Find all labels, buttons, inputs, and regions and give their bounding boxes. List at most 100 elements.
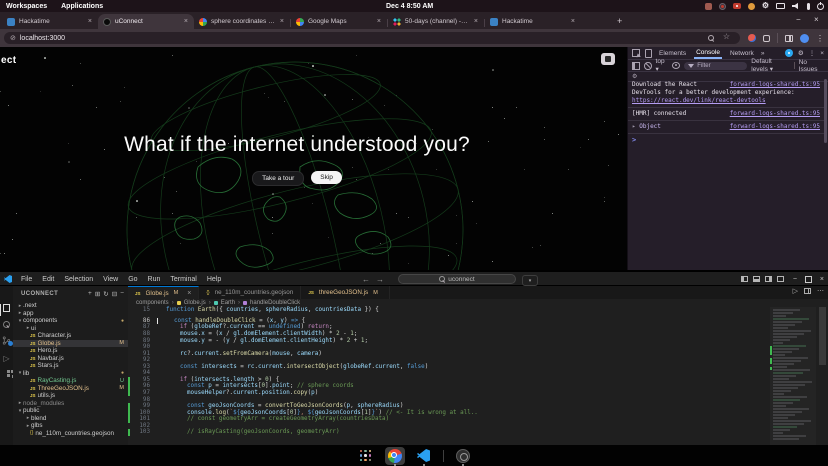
dock-item-vscode[interactable]	[414, 447, 434, 465]
menu-view[interactable]: View	[98, 276, 123, 283]
dock-item-obs[interactable]	[453, 447, 473, 465]
skip-button[interactable]: Skip	[311, 171, 342, 184]
vscode-minimize-button[interactable]: −	[793, 276, 797, 283]
tab-close-icon[interactable]: ×	[376, 18, 382, 25]
command-center-search[interactable]: uconnect	[398, 274, 516, 284]
editor-tab[interactable]: JSthreeGeoJSON.jsM	[301, 286, 389, 299]
message-source-link[interactable]: forward-logs-shared.ts:95	[730, 81, 820, 89]
browser-tab[interactable]: sphere coordinates to carte×	[194, 14, 290, 29]
browser-tab[interactable]: uConnect×	[98, 14, 194, 29]
copilot-menu[interactable]: ▾	[522, 275, 538, 286]
take-a-tour-button[interactable]: Take a tour	[252, 171, 304, 186]
dock-item-chrome[interactable]	[385, 447, 405, 465]
not-secure-icon[interactable]: ⊘	[10, 35, 16, 42]
tree-item-globe-js[interactable]: JSGlobe.jsM	[13, 340, 128, 348]
clear-console-icon[interactable]	[644, 62, 651, 70]
browser-close-button[interactable]: ×	[814, 15, 819, 24]
tab-close-icon[interactable]: ×	[183, 18, 189, 25]
nav-back-icon[interactable]: ←	[362, 275, 370, 284]
display-icon[interactable]	[776, 3, 785, 9]
more-tabs-icon[interactable]: »	[761, 50, 765, 57]
tree-item-glbs[interactable]: ▸glbs	[13, 422, 128, 430]
new-tab-button[interactable]: +	[617, 16, 622, 26]
tree-item-threegeojson-js[interactable]: JSThreeGeoJSON.jsM	[13, 385, 128, 393]
tree-item-public[interactable]: ▾public	[13, 407, 128, 415]
editor-tab[interactable]: {}ne_110m_countries.geojson	[199, 286, 301, 299]
nav-forward-icon[interactable]: →	[376, 275, 384, 284]
editor-tab[interactable]: JSGlobe.jsM×	[128, 286, 199, 299]
tab-close-icon[interactable]: ×	[473, 18, 479, 25]
vscode-maximize-button[interactable]	[805, 276, 812, 283]
volume-icon[interactable]	[792, 3, 800, 10]
live-expression-icon[interactable]	[672, 62, 680, 69]
explorer-title[interactable]: UCONNECT	[21, 291, 58, 297]
minimap[interactable]	[770, 307, 816, 445]
log-levels-dropdown[interactable]: Default levels ▾	[751, 58, 790, 73]
devtools-close-icon[interactable]: ×	[820, 50, 824, 57]
menu-help[interactable]: Help	[202, 276, 226, 283]
run-debug-icon[interactable]: ▷	[2, 354, 11, 363]
editor-scrollbar[interactable]	[818, 307, 827, 445]
settings-gear-icon[interactable]: ⚙	[762, 2, 769, 10]
menu-selection[interactable]: Selection	[59, 276, 98, 283]
collapse-folders-icon[interactable]: ⊟	[112, 290, 117, 298]
tab-close-icon[interactable]: ×	[570, 18, 576, 25]
inspect-element-icon[interactable]	[632, 49, 640, 57]
microphone-icon[interactable]	[807, 3, 810, 10]
message-hyperlink[interactable]: https://react.dev/link/react-devtools	[632, 97, 766, 104]
tab-close-icon[interactable]: ×	[187, 290, 191, 297]
tree-item-app[interactable]: ▸app	[13, 310, 128, 318]
refresh-explorer-icon[interactable]: ↻	[103, 290, 108, 298]
tab-close-icon[interactable]: ×	[279, 18, 285, 25]
new-folder-icon[interactable]: ⊞	[95, 290, 100, 298]
tree-item-navbar-js[interactable]: JSNavbar.js	[13, 355, 128, 363]
console-sidebar-icon[interactable]	[632, 62, 640, 70]
run-file-icon[interactable]: ▷	[793, 287, 798, 295]
power-icon[interactable]	[817, 3, 824, 10]
menu-run[interactable]: Run	[143, 276, 166, 283]
issues-counter[interactable]: No Issues	[799, 59, 824, 73]
extensions-puzzle-icon[interactable]	[763, 35, 770, 42]
devtools-kebab-icon[interactable]: ⋮	[809, 49, 816, 57]
screen-record-icon[interactable]	[733, 3, 741, 9]
tree-item-lib[interactable]: ▾lib●	[13, 370, 128, 378]
code-editor[interactable]: 15function Earth({ countries, sphereRadi…	[128, 307, 770, 445]
message-source-link[interactable]: forward-logs-shared.ts:95	[730, 110, 820, 118]
breadcrumb-item[interactable]: handleDoubleClick	[250, 300, 300, 306]
tree-item-ui[interactable]: ▸ui	[13, 325, 128, 333]
device-toolbar-icon[interactable]	[645, 49, 652, 58]
toggle-sidebar-icon[interactable]	[741, 276, 748, 282]
editor-more-actions-icon[interactable]: ⋯	[817, 287, 824, 295]
tree-item-hero-js[interactable]: JSHero.js	[13, 347, 128, 355]
obs-tray-icon[interactable]	[719, 3, 726, 10]
browser-tab[interactable]: Hackatime×	[485, 14, 581, 29]
tree-item-ne-110m-countries-geojson[interactable]: {}ne_110m_countries.geojson	[13, 430, 128, 438]
tree-item-raycasting-js[interactable]: JSRayCasting.jsU	[13, 377, 128, 385]
breadcrumb-item[interactable]: components	[136, 300, 169, 306]
browser-tab[interactable]: Hackatime×	[2, 14, 98, 29]
context-selector[interactable]: top ▾	[656, 58, 669, 73]
menu-edit[interactable]: Edit	[37, 276, 59, 283]
devtools-extension-icon[interactable]	[748, 34, 756, 42]
extensions-icon[interactable]	[2, 370, 11, 379]
tree-item-node-modules[interactable]: ▸node_modules	[13, 400, 128, 408]
tree-item-components[interactable]: ▾components●	[13, 317, 128, 325]
browser-tab[interactable]: 50-days (channel) - Hack Cl×	[388, 14, 484, 29]
profile-avatar[interactable]	[800, 34, 809, 43]
message-source-link[interactable]: forward-logs-shared.ts:95	[730, 123, 820, 131]
devtools-tab-console[interactable]: Console	[694, 47, 722, 59]
tab-close-icon[interactable]: ×	[87, 18, 93, 25]
browser-tab[interactable]: Google Maps×	[291, 14, 387, 29]
console-filter-input[interactable]: Filter	[684, 62, 747, 70]
devtools-scrollbar[interactable]	[824, 79, 827, 143]
code-line-103[interactable]: 103// isRayCasting(geoJsonCoords, geomet…	[128, 429, 770, 436]
browser-menu-icon[interactable]: ⋮	[816, 34, 824, 43]
tree-item-character-js[interactable]: JSCharacter.js	[13, 332, 128, 340]
split-editor-icon[interactable]	[804, 288, 811, 294]
vscode-close-button[interactable]: ×	[820, 276, 824, 283]
menu-terminal[interactable]: Terminal	[165, 276, 201, 283]
menu-file[interactable]: File	[16, 276, 37, 283]
explorer-icon[interactable]	[2, 304, 11, 313]
workspaces-menu[interactable]: Workspaces	[6, 3, 47, 10]
devtools-settings-icon[interactable]: ⚙	[798, 49, 804, 57]
